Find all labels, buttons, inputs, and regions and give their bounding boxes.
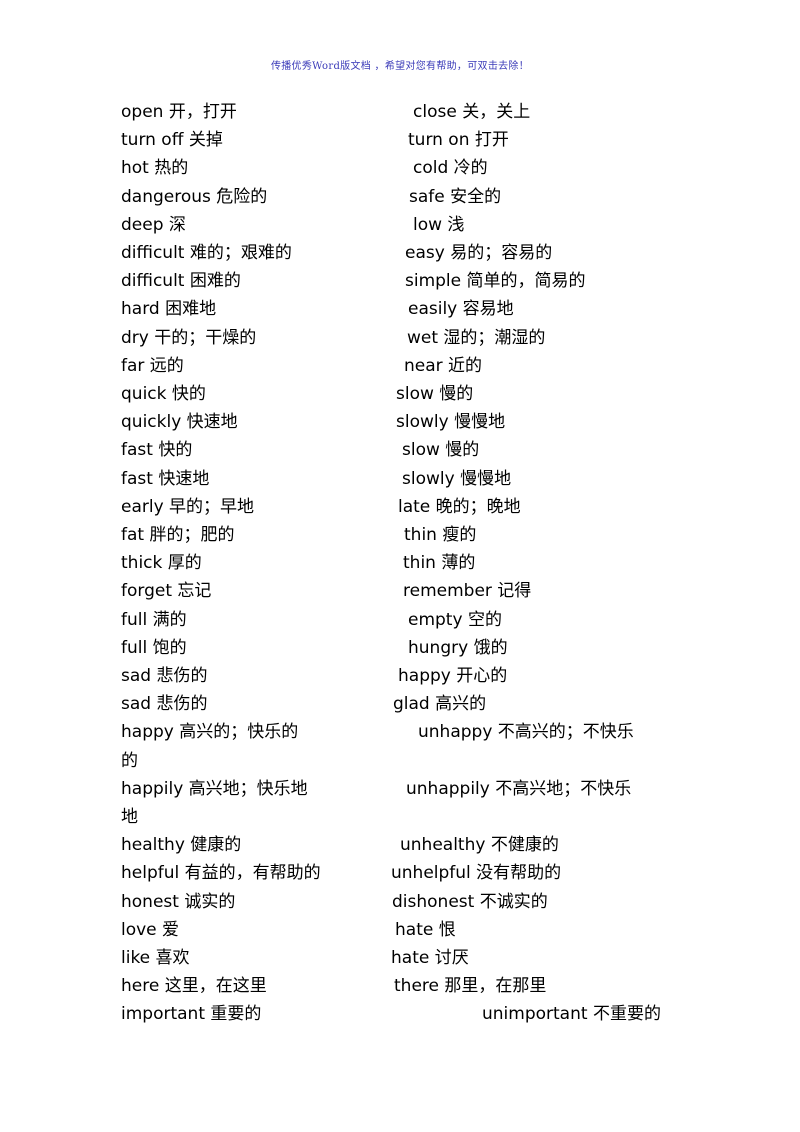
word-right: unhealthy 不健康的 xyxy=(400,835,559,856)
word-right: easily 容易地 xyxy=(408,299,514,320)
word-right: slow 慢的 xyxy=(396,384,474,404)
vocab-row: hard 困难地 easily 容易地 xyxy=(0,295,800,323)
vocab-row: here 这里，在这里 there 那里，在那里 xyxy=(0,972,800,1000)
vocab-row: full 满的 empty 空的 xyxy=(0,606,800,634)
vocab-row: love 爱 hate 恨 xyxy=(0,916,800,944)
wrapped-text: 的 xyxy=(121,750,138,771)
word-left: full 满的 xyxy=(121,609,187,630)
word-left: important 重要的 xyxy=(121,1004,262,1025)
word-left: early 早的；早地 xyxy=(121,496,255,517)
word-right: dishonest 不诚实的 xyxy=(392,891,548,912)
vocab-row: early 早的；早地 late 晚的；晚地 xyxy=(0,493,800,521)
word-right: hate 讨厌 xyxy=(391,948,469,968)
word-right: thin 瘦的 xyxy=(404,525,477,545)
vocab-row: far 远的 near 近的 xyxy=(0,352,800,380)
word-right: near 近的 xyxy=(404,355,483,376)
word-right: hungry 饿的 xyxy=(408,637,508,658)
vocab-row: healthy 健康的 unhealthy 不健康的 xyxy=(0,831,800,859)
word-left: quick 快的 xyxy=(121,384,206,404)
word-left: hot 热的 xyxy=(121,158,189,179)
word-right: empty 空的 xyxy=(408,609,502,630)
word-right: there 那里，在那里 xyxy=(394,976,547,997)
word-right: easy 易的；容易的 xyxy=(405,243,553,263)
word-right: low 浅 xyxy=(413,214,465,235)
vocab-row: like 喜欢 hate 讨厌 xyxy=(0,944,800,972)
vocab-row: important 重要的 unimportant 不重要的 xyxy=(0,1000,800,1028)
word-right: remember 记得 xyxy=(403,581,532,602)
word-left: deep 深 xyxy=(121,214,186,235)
vocab-row: thick 厚的 thin 薄的 xyxy=(0,549,800,577)
word-right: unhelpful 没有帮助的 xyxy=(391,863,562,884)
vocab-row: quick 快的 slow 慢的 xyxy=(0,380,800,408)
word-right: simple 简单的，简易的 xyxy=(405,271,586,292)
vocab-row: honest 诚实的 dishonest 不诚实的 xyxy=(0,888,800,916)
word-left: hard 困难地 xyxy=(121,299,217,320)
word-right: slowly 慢慢地 xyxy=(402,468,512,489)
word-right: thin 薄的 xyxy=(403,553,476,574)
word-left: honest 诚实的 xyxy=(121,891,236,912)
word-right: unhappily 不高兴地；不快乐 xyxy=(406,778,632,799)
word-right: unimportant 不重要的 xyxy=(482,1004,661,1025)
word-right: slow 慢的 xyxy=(402,440,480,461)
word-left: thick 厚的 xyxy=(121,553,202,574)
word-right: late 晚的；晚地 xyxy=(398,496,521,517)
vocab-row: hot 热的 cold 冷的 xyxy=(0,154,800,182)
word-right: glad 高兴的 xyxy=(393,694,487,715)
word-left: love 爱 xyxy=(121,919,180,940)
vocab-row: dangerous 危险的 safe 安全的 xyxy=(0,183,800,211)
vocab-row: helpful 有益的，有帮助的 unhelpful 没有帮助的 xyxy=(0,859,800,887)
wrapped-text: 地 xyxy=(121,807,138,827)
word-left: dangerous 危险的 xyxy=(121,186,268,207)
vocab-row: dry 干的；干燥的 wet 湿的；潮湿的 xyxy=(0,324,800,352)
word-right: wet 湿的；潮湿的 xyxy=(407,327,546,348)
word-left: fast 快速地 xyxy=(121,468,210,489)
vocab-row: open 开，打开 close 关，关上 xyxy=(0,98,800,126)
word-left: far 远的 xyxy=(121,355,184,376)
word-left: difficult 难的；艰难的 xyxy=(121,243,292,263)
word-left: like 喜欢 xyxy=(121,948,190,968)
word-left: happy 高兴的；快乐的 xyxy=(121,722,299,743)
word-left: healthy 健康的 xyxy=(121,835,242,856)
vocab-row: happily 高兴地；快乐地 unhappily 不高兴地；不快乐 xyxy=(0,775,800,803)
vocab-row: full 饱的 hungry 饿的 xyxy=(0,634,800,662)
word-left: dry 干的；干燥的 xyxy=(121,327,257,348)
word-left: open 开，打开 xyxy=(121,102,237,122)
word-left: full 饱的 xyxy=(121,637,187,658)
vocab-row: quickly 快速地 slowly 慢慢地 xyxy=(0,408,800,436)
vocab-row: fat 胖的；肥的 thin 瘦的 xyxy=(0,521,800,549)
word-left: happily 高兴地；快乐地 xyxy=(121,778,308,799)
vocab-row: fast 快的 slow 慢的 xyxy=(0,436,800,464)
word-left: sad 悲伤的 xyxy=(121,694,208,715)
word-left: sad 悲伤的 xyxy=(121,666,208,686)
word-right: unhappy 不高兴的；不快乐 xyxy=(418,722,634,743)
vocab-row: difficult 难的；艰难的 easy 易的；容易的 xyxy=(0,239,800,267)
word-left: turn off 关掉 xyxy=(121,130,223,151)
word-left: fat 胖的；肥的 xyxy=(121,525,235,545)
word-left: forget 忘记 xyxy=(121,581,212,602)
word-left: fast 快的 xyxy=(121,440,193,461)
word-left: helpful 有益的，有帮助的 xyxy=(121,863,321,884)
word-left: here 这里，在这里 xyxy=(121,976,267,997)
word-right: turn on 打开 xyxy=(408,130,509,151)
vocab-row: turn off 关掉 turn on 打开 xyxy=(0,126,800,154)
word-right: cold 冷的 xyxy=(413,158,488,179)
vocab-row: difficult 困难的 simple 简单的，简易的 xyxy=(0,267,800,295)
word-right: close 关，关上 xyxy=(413,102,531,122)
vocab-row: sad 悲伤的 happy 开心的 xyxy=(0,662,800,690)
vocab-row: fast 快速地 slowly 慢慢地 xyxy=(0,465,800,493)
vocab-row: sad 悲伤的 glad 高兴的 xyxy=(0,690,800,718)
word-right: happy 开心的 xyxy=(398,666,508,686)
vocab-row: happy 高兴的；快乐的 unhappy 不高兴的；不快乐 xyxy=(0,718,800,746)
vocab-row: deep 深 low 浅 xyxy=(0,211,800,239)
vocab-row: forget 忘记 remember 记得 xyxy=(0,577,800,605)
word-right: hate 恨 xyxy=(395,919,456,940)
document-header-notice: 传播优秀Word版文档 ，希望对您有帮助，可双击去除！ xyxy=(270,61,530,72)
word-left: quickly 快速地 xyxy=(121,412,238,433)
word-right: slowly 慢慢地 xyxy=(396,412,506,433)
word-left: difficult 困难的 xyxy=(121,271,241,292)
word-right: safe 安全的 xyxy=(409,186,502,207)
